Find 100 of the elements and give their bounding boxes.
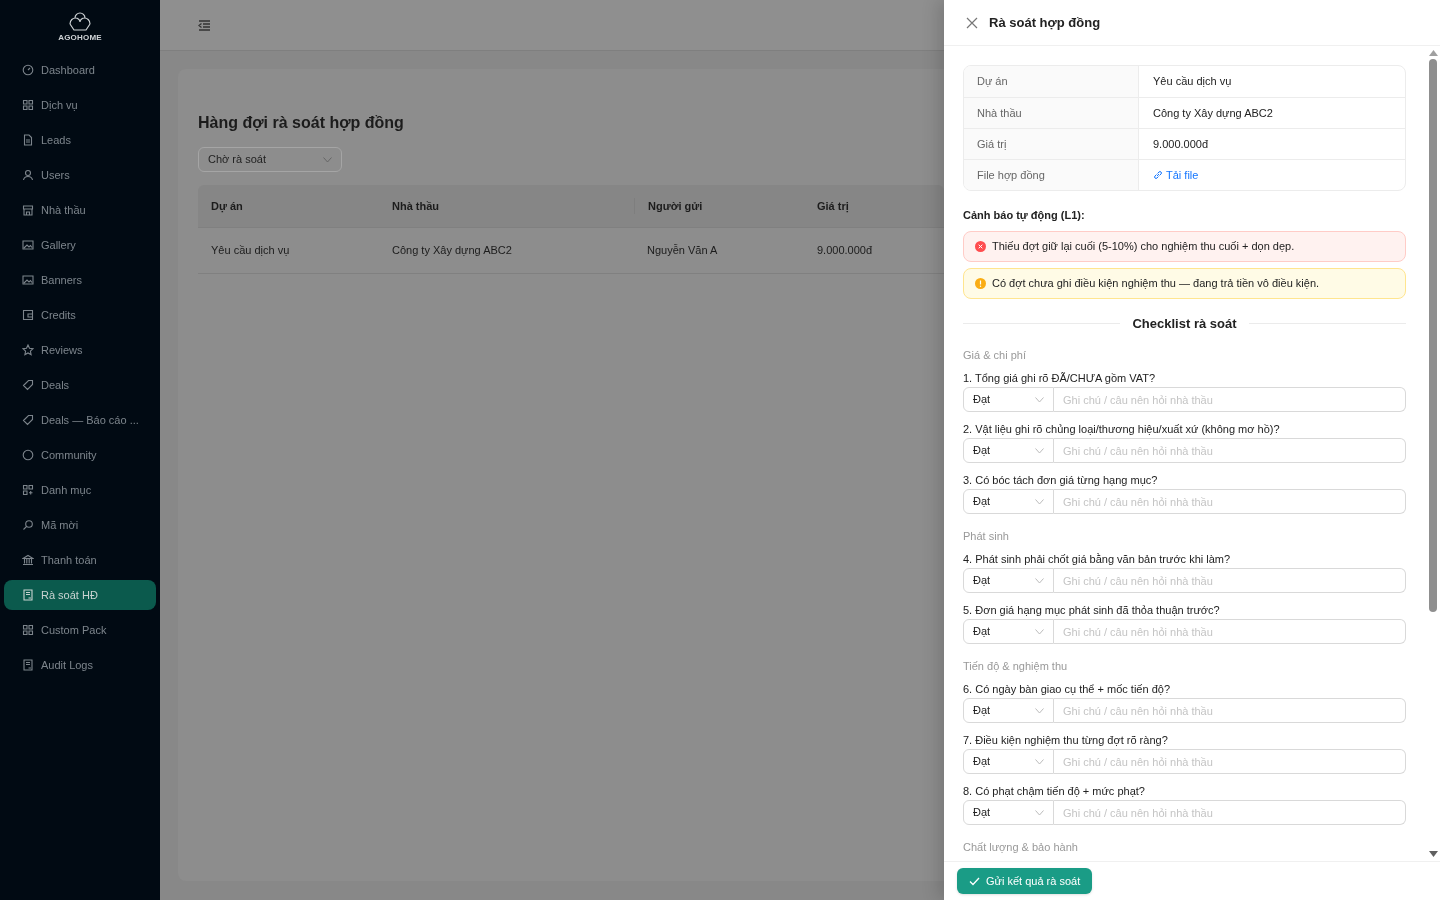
chevron-down-icon <box>1035 396 1044 403</box>
info-value: Công ty Xây dựng ABC2 <box>1153 105 1273 121</box>
nav-item[interactable]: Dashboard <box>4 55 156 85</box>
download-link[interactable]: Tải file <box>1153 166 1199 184</box>
check-icon <box>969 876 980 886</box>
nav-item[interactable]: Credits <box>4 300 156 330</box>
grid-icon <box>22 99 34 111</box>
nav-item[interactable]: Banners <box>4 265 156 295</box>
table-cell-text: Công ty Xây dựng ABC2 <box>391 243 513 259</box>
error-icon <box>975 240 986 252</box>
column-header: Dự án <box>210 198 244 215</box>
note-field[interactable]: Ghi chú / câu nên hỏi nhà thầu <box>1054 749 1406 774</box>
chevron-down-icon <box>1035 809 1044 816</box>
menu-icon[interactable] <box>198 19 211 31</box>
column-header: Giá trị <box>816 198 850 215</box>
image-icon <box>22 274 34 286</box>
scroll-up-icon[interactable] <box>1428 50 1438 56</box>
search-icon <box>22 519 34 531</box>
question-text: 2. Vật liệu ghi rõ chủng loại/thương hiệu/xuất xứ (không mơ hồ)? <box>963 422 1281 435</box>
nav-item[interactable]: Mã mời <box>4 510 156 540</box>
warning-icon <box>975 277 986 289</box>
nav-item[interactable]: Audit Logs <box>4 650 156 680</box>
alert-text: Thiếu đợt giữ lại cuối (5-10%) cho nghiệm thu cuối + dọn dẹp. <box>992 238 1295 254</box>
star-icon <box>22 344 34 356</box>
info-label: File hợp đồng <box>964 160 1139 190</box>
question-text: 4. Phát sinh phải chốt giá bằng văn bản trước khi làm? <box>963 552 1232 565</box>
chevron-down-icon <box>323 156 332 163</box>
status-select[interactable]: Đạt <box>963 698 1054 723</box>
section-title: Tiến độ & nghiệm thu <box>963 659 1069 672</box>
info-label: Giá trị <box>964 129 1139 159</box>
nav-item[interactable]: Custom Pack <box>4 615 156 645</box>
status-select[interactable]: Đạt <box>963 438 1054 463</box>
info-value: Yêu cầu dịch vụ <box>1153 74 1232 90</box>
grid-icon <box>22 484 34 496</box>
bank-icon <box>22 554 34 566</box>
note-field[interactable]: Ghi chú / câu nên hỏi nhà thầu <box>1054 800 1406 825</box>
nav-item[interactable]: Reviews <box>4 335 156 365</box>
scroll-down-icon[interactable] <box>1428 851 1438 857</box>
checklist-title: Checklist rà soát <box>1132 314 1237 333</box>
alert-text: Có đợt chưa ghi điều kiện nghiệm thu — đang trả tiền vô điều kiện. <box>992 275 1320 291</box>
nav-item[interactable]: Users <box>4 160 156 190</box>
note-field[interactable]: Ghi chú / câu nên hỏi nhà thầu <box>1054 438 1406 463</box>
note-field[interactable]: Ghi chú / câu nên hỏi nhà thầu <box>1054 698 1406 723</box>
nav-item[interactable]: Rà soát HĐ <box>4 580 156 610</box>
nav-item[interactable]: Leads <box>4 125 156 155</box>
nav-item[interactable]: Danh mục <box>4 475 156 505</box>
column-header: Người gửi <box>634 197 804 215</box>
note-field[interactable]: Ghi chú / câu nên hỏi nhà thầu <box>1054 387 1406 412</box>
nav-item[interactable]: Thanh toán <box>4 545 156 575</box>
nav-item[interactable]: Community <box>4 440 156 470</box>
table-cell-text: Nguyễn Văn A <box>646 243 719 259</box>
nav-item[interactable]: Dịch vụ <box>4 90 156 120</box>
section-title: Phát sinh <box>963 529 1010 542</box>
table-cell-text: 9.000.000đ <box>816 243 874 259</box>
nav-item[interactable]: Deals — Báo cáo ... <box>4 405 156 435</box>
status-select[interactable]: Đạt <box>963 489 1054 514</box>
nav-item[interactable]: Gallery <box>4 230 156 260</box>
status-select[interactable]: Đạt <box>963 749 1054 774</box>
section-title: Chất lượng & bảo hành <box>963 840 1079 853</box>
document-icon <box>22 134 34 146</box>
status-select[interactable]: Chờ rà soát <box>198 147 342 172</box>
drawer-title: Rà soát hợp đồng <box>989 13 1101 32</box>
gauge-icon <box>22 64 34 76</box>
status-select[interactable]: Đạt <box>963 568 1054 593</box>
chevron-down-icon <box>1035 447 1044 454</box>
info-label: Dự án <box>964 66 1139 97</box>
grid-icon <box>22 624 34 636</box>
note-field[interactable]: Ghi chú / câu nên hỏi nhà thầu <box>1054 489 1406 514</box>
chevron-down-icon <box>1035 707 1044 714</box>
question-text: 8. Có phạt chậm tiến độ + mức phạt? <box>963 784 1146 797</box>
nav-item[interactable]: Deals <box>4 370 156 400</box>
close-icon[interactable] <box>966 16 978 29</box>
link-icon <box>1153 170 1163 180</box>
status-select[interactable]: Đạt <box>963 800 1054 825</box>
chevron-down-icon <box>1035 577 1044 584</box>
logo-text: AGOHOME <box>58 32 102 44</box>
form-icon <box>22 659 34 671</box>
question-text: 3. Có bóc tách đơn giá từng hạng mục? <box>963 473 1159 486</box>
image-icon <box>22 239 34 251</box>
status-select[interactable]: Đạt <box>963 387 1054 412</box>
user-icon <box>22 169 34 181</box>
note-field[interactable]: Ghi chú / câu nên hỏi nhà thầu <box>1054 568 1406 593</box>
page-title: Hàng đợi rà soát hợp đồng <box>198 113 405 133</box>
note-field[interactable]: Ghi chú / câu nên hỏi nhà thầu <box>1054 619 1406 644</box>
chevron-down-icon <box>1035 758 1044 765</box>
status-select[interactable]: Đạt <box>963 619 1054 644</box>
question-text: 1. Tổng giá ghi rõ ĐÃ/CHƯA gồm VAT? <box>963 371 1157 384</box>
chevron-down-icon <box>1035 498 1044 505</box>
store-icon <box>22 204 34 216</box>
section-title: Giá & chi phí <box>963 348 1027 361</box>
logo-icon <box>66 12 94 32</box>
warnings-heading: Cảnh báo tự động (L1): <box>963 208 1086 224</box>
tag-icon <box>22 414 34 426</box>
form-icon <box>22 589 34 601</box>
column-header: Nhà thầu <box>391 198 441 214</box>
submit-button[interactable]: Gửi kết quả rà soát <box>957 868 1093 894</box>
question-text: 5. Đơn giá hạng mục phát sinh đã thỏa thuận trước? <box>963 603 1221 616</box>
nav-item[interactable]: Nhà thầu <box>4 195 156 225</box>
question-text: 6. Có ngày bàn giao cụ thể + mốc tiến độ? <box>963 682 1171 695</box>
tag-icon <box>22 379 34 391</box>
